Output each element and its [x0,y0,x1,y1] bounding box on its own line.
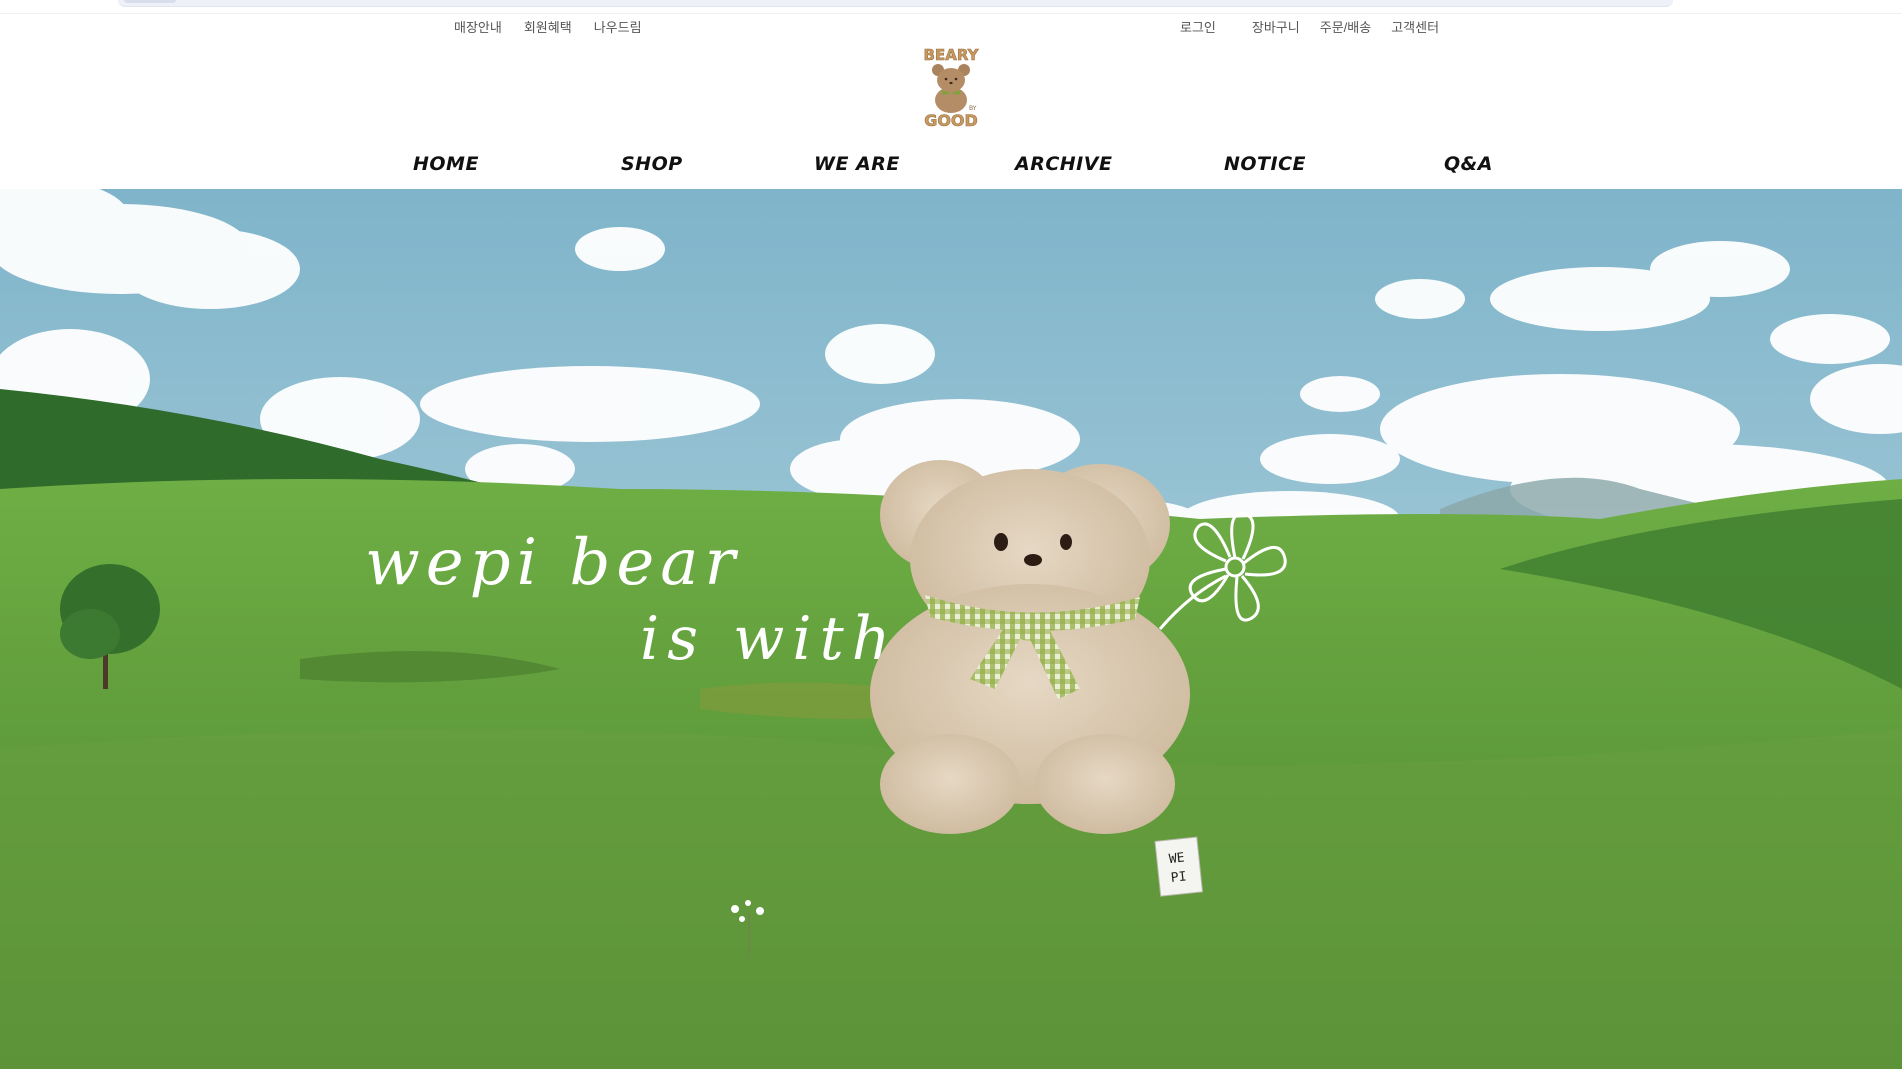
nav-item-we-are[interactable]: WE ARE [814,153,900,175]
hero-image: wepi bear is with u WE PI [0,189,1902,1069]
nav-item-qna[interactable]: Q&A [1444,153,1493,175]
nav-item-home[interactable]: HOME [413,153,479,175]
util-link-customer-center[interactable]: 고객센터 [1391,17,1439,36]
util-link-member-benefits[interactable]: 회원혜택 [524,17,572,36]
util-link-store-info[interactable]: 매장안내 [454,17,502,36]
logo-text-top: BEARY [924,46,980,64]
main-nav: HOME SHOP WE ARE ARCHIVE NOTICE Q&A [0,148,1902,188]
bear-tag-line2: PI [1170,869,1187,886]
util-link-login[interactable]: 로그인 [1180,17,1216,36]
brand-logo[interactable]: BEARY BY GOOD [912,46,990,131]
top-divider [0,13,1902,14]
nav-item-shop[interactable]: SHOP [621,153,683,175]
nav-item-notice[interactable]: NOTICE [1224,153,1306,175]
search-strip-tab [124,0,176,3]
logo-mark: BEARY BY GOOD [923,46,980,131]
hero-banner[interactable]: wepi bear is with u WE PI [0,189,1902,1069]
util-link-cart[interactable]: 장바구니 [1252,17,1300,36]
util-link-order-delivery[interactable]: 주문/배송 [1320,17,1371,36]
hero-text-line1: wepi bear [365,526,741,600]
nav-item-archive[interactable]: ARCHIVE [1015,153,1112,175]
bear-tag-line1: WE [1168,851,1185,868]
utility-nav-right: 로그인 장바구니 주문/배송 고객센터 [1180,17,1461,36]
util-link-now-dream[interactable]: 나우드림 [594,17,642,36]
logo-text-bottom: GOOD [924,111,978,128]
utility-nav-left: 매장안내 회원혜택 나우드림 [454,17,642,36]
browser-search-strip [118,0,1673,7]
